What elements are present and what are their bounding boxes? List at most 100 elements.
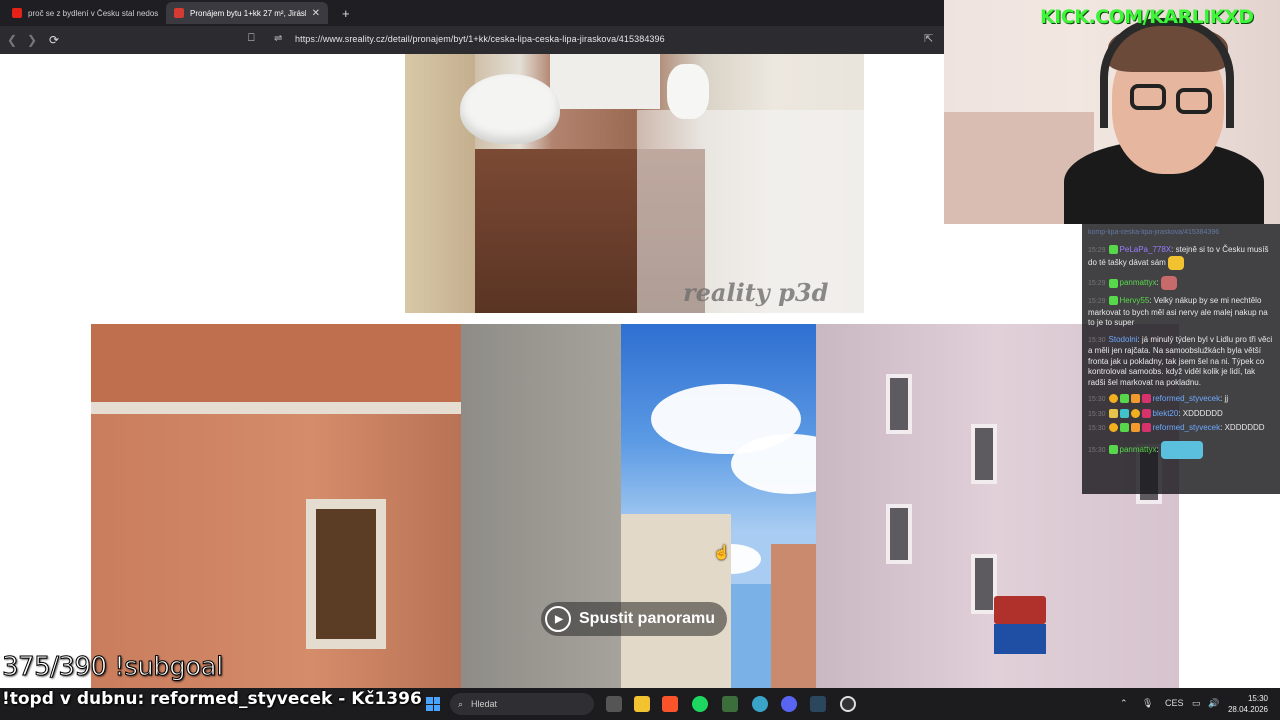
chat-overflow-line: komp-lipa-ceska-lipa-jiraskova/415384396 [1088,229,1220,236]
emote-icon [1168,256,1185,270]
search-icon: ⌕ [458,698,464,709]
obs-icon[interactable] [840,696,856,712]
chat-text: jj [1224,394,1229,403]
chat-message: 15:30 reformed_styvecek: jj [1088,394,1229,404]
chat-time: 15:30 [1088,425,1106,432]
emote-icon [1160,276,1177,290]
volume-icon[interactable]: 🔊 [1208,698,1219,709]
new-tab-icon[interactable]: + [342,6,350,21]
badge-icon [1108,278,1118,288]
bookmark-icon[interactable]: ⎕ [248,32,255,45]
badge-icon [1130,394,1140,404]
building-distant [621,514,731,688]
badge-icon [1141,394,1151,404]
play-icon: ▶ [545,606,571,632]
windows-start-icon[interactable] [426,697,440,711]
site-info-icon[interactable]: ⇌ [274,33,282,44]
badge-icon [1119,394,1129,404]
building-left-cornice [91,402,461,414]
subgoal-overlay: 375/390 !subgoal [2,652,224,683]
forward-icon[interactable]: ❯ [22,33,42,47]
sreality-favicon-icon [174,8,184,18]
youtube-favicon-icon [12,8,22,18]
chat-user: Hervy55 [1119,296,1150,305]
chat-time: 15:30 [1088,410,1106,418]
photo-watermark: reality p3d [683,278,829,307]
chat-user: blekt20 [1152,408,1179,418]
chevron-up-icon[interactable]: ⌃ [1120,698,1128,709]
chat-user: reformed_styvecek [1152,423,1221,432]
spotify-icon[interactable] [692,696,708,712]
tab-label: proč se z bydlení v Česku stal nedostate… [28,8,158,18]
badge-icon [1108,423,1118,433]
share-icon[interactable]: ⇱ [924,32,933,45]
badge-icon [1119,423,1129,433]
chat-time: 15:30 [1088,446,1106,454]
chat-text: XDDDDDD [1224,423,1265,432]
badge-icon [1108,408,1118,418]
badge-icon [1141,408,1151,418]
chat-time: 15:29 [1088,298,1106,305]
chat-time: 15:30 [1088,396,1106,403]
steam-icon[interactable] [810,696,826,712]
chat-message: 15:29 PeLaPa_778X: stejně si to v Česku m… [1088,244,1274,270]
taskbar-search[interactable]: ⌕ Hledat [450,693,594,715]
top-donator-overlay: !topd v dubnu: reformed_styvecek - Kč139… [2,689,422,709]
chat-message: 15:30 blekt20: XDDDDDD [1088,408,1223,418]
webcam-overlay: KICK.COM/KARLIKXD [944,0,1280,224]
language-indicator[interactable]: CES [1165,698,1184,708]
brave-browser-icon[interactable] [662,696,678,712]
taskbar-clock[interactable]: 15:30 28.04.2026 [1226,693,1268,715]
task-view-icon[interactable] [606,696,622,712]
building-left-window [306,499,386,649]
file-explorer-icon[interactable] [634,696,650,712]
sink-shape [460,74,560,144]
building-right-window [886,504,912,564]
tab-youtube[interactable]: proč se z bydlení v Česku stal nedostate… [4,2,166,24]
chat-time: 15:29 [1088,246,1106,254]
headset-icon [1100,18,1234,128]
tab-sreality[interactable]: Pronájem bytu 1+kk 27 m², Jiráskova ✕ [166,2,328,24]
chat-message: 15:29 panmattyx: [1088,276,1274,290]
clock-date: 28.04.2026 [1227,705,1268,714]
microphone-icon[interactable]: 🎙 [1142,698,1153,709]
url-field[interactable]: https://www.sreality.cz/detail/pronajem/… [295,34,665,44]
bathtub-shape [550,54,660,109]
building-right-window [886,374,912,434]
chat-time: 15:29 [1088,280,1106,288]
discord-icon[interactable] [781,696,797,712]
chat-message: 15:29 Hervy55: Velký nákup by se mi necht… [1088,296,1268,327]
chat-user: reformed_styvecek [1152,394,1221,403]
chat-message: 15:30 reformed_styvecek: XDDDDDD [1088,423,1265,433]
badge-icon [1119,408,1129,418]
chat-message: 15:30 Stodolni: já minulý týden byl v Lid… [1088,334,1273,387]
back-icon[interactable]: ❮ [2,33,22,47]
badge-icon [1108,296,1118,306]
badge-icon [1108,244,1118,254]
badge-icon [1130,423,1140,433]
close-tab-icon[interactable]: ✕ [312,8,320,19]
tab-label: Pronájem bytu 1+kk 27 m², Jiráskova [190,8,306,18]
bathroom-photo[interactable]: reality p3d [405,54,864,313]
app-icon[interactable] [722,696,738,712]
building-right-window [971,424,997,484]
panorama-button-label: Spustit panoramu [579,610,716,627]
app-icon[interactable] [752,696,768,712]
badge-icon [1130,408,1140,418]
badge-icon [1141,423,1151,433]
address-bar: ❮ ❯ ⟳ ⎕ ⇌ https://www.sreality.cz/detail… [0,26,944,54]
chat-time: 15:30 [1088,336,1106,344]
chat-user: Stodolni [1108,334,1138,344]
reload-icon[interactable]: ⟳ [44,33,64,47]
emote-icon [1160,440,1203,459]
chat-overlay: komp-lipa-ceska-lipa-jiraskova/415384396… [1082,224,1280,494]
channel-url: KICK.COM/KARLIKXD [1040,6,1254,28]
display-icon[interactable]: ▭ [1192,698,1201,709]
browser-tab-bar: proč se z bydlení v Česku stal nedostate… [0,0,944,26]
shop-sign [994,596,1046,624]
shop-sign [994,624,1046,654]
badge-icon [1108,394,1118,404]
screen: proč se z bydlení v Česku stal nedostate… [0,0,1280,720]
hand-cursor-icon: ☝ [713,544,731,560]
start-panorama-button[interactable]: ▶ Spustit panoramu [541,602,728,636]
